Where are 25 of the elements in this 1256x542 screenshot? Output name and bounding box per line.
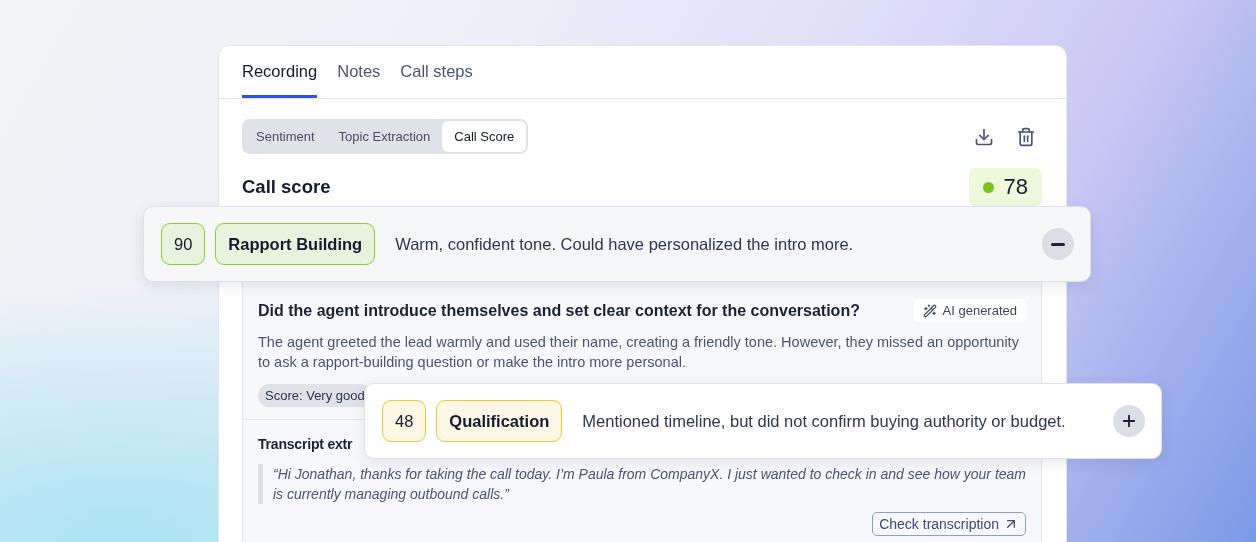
plus-icon — [1120, 412, 1138, 430]
criterion-score: 90 — [161, 223, 206, 265]
section-title: Call score — [242, 176, 331, 198]
transcript-quote: “Hi Jonathan, thanks for taking the call today. I’m Paula from CompanyX. I just wanted to check in and see how your team is currently managing outbound calls.” — [258, 464, 1026, 504]
criterion-summary: Mentioned timeline, but did not confirm buying authority or budget. — [582, 411, 1067, 431]
view-segment[interactable]: Topic Extraction — [326, 121, 443, 152]
view-segment[interactable]: Call Score — [442, 121, 527, 152]
criterion-score: 48 — [382, 400, 427, 442]
question-text: Did the agent introduce themselves and set clear context for the conversation? — [258, 301, 860, 320]
transcript-title: Transcript extr — [258, 436, 354, 452]
ai-generated-badge: AI generated — [913, 299, 1026, 322]
criterion-summary: Warm, confident tone. Could have personalized the intro more. — [395, 234, 855, 254]
minus-icon — [1051, 242, 1065, 246]
expand-button[interactable] — [1113, 405, 1145, 437]
tab[interactable]: Call steps — [400, 62, 473, 98]
tab[interactable]: Recording — [242, 62, 318, 98]
explanation-text: The agent greeted the lead warmly and used their name, creating a friendly tone. However, they missed an opportunity to ask a rapport-building question or make the intro more personal. — [258, 333, 1020, 372]
view-segment[interactable]: Sentiment — [244, 121, 327, 152]
check-transcription-link[interactable]: Check transcription — [872, 512, 1026, 536]
magic-wand-icon — [922, 303, 937, 318]
criterion-name: Qualification — [436, 400, 563, 442]
criterion-name: Rapport Building — [215, 223, 376, 265]
total-score: 78 — [968, 168, 1042, 206]
collapse-button[interactable] — [1042, 228, 1074, 260]
tab[interactable]: Notes — [337, 62, 381, 98]
